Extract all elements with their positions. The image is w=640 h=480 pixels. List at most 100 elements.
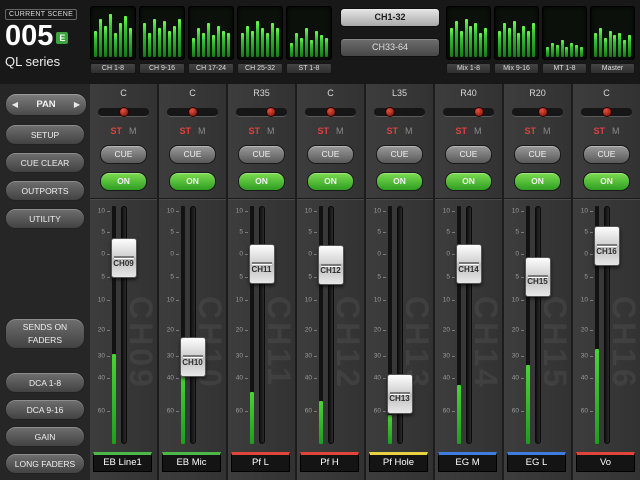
sidebar-button-dca-9-16[interactable]: DCA 9-16 bbox=[5, 399, 85, 420]
on-button[interactable]: ON bbox=[100, 172, 147, 191]
channel-name[interactable]: Pf Hole bbox=[369, 452, 428, 472]
scene-display[interactable]: CURRENT SCENE 005 E QL series bbox=[5, 3, 89, 69]
fader-handle-label: CH11 bbox=[251, 265, 272, 275]
meter-block-ch-1-8[interactable]: CH 1-8 bbox=[90, 6, 136, 74]
fader-scale-label: 60 bbox=[580, 407, 588, 415]
pan-slider[interactable] bbox=[374, 107, 425, 117]
fader-scale-tick bbox=[383, 378, 386, 380]
pan-knob-icon[interactable] bbox=[325, 107, 336, 117]
pan-slider[interactable] bbox=[98, 107, 149, 117]
pan-knob-icon[interactable] bbox=[266, 107, 277, 117]
pan-slider[interactable] bbox=[512, 107, 563, 117]
on-button[interactable]: ON bbox=[514, 172, 561, 191]
channel-name[interactable]: Pf H bbox=[300, 452, 359, 472]
pan-slider[interactable] bbox=[443, 107, 494, 117]
sidebar-button-dca-1-8[interactable]: DCA 1-8 bbox=[5, 372, 85, 393]
fader-handle[interactable]: CH12 bbox=[317, 245, 344, 286]
fader-handle[interactable]: CH11 bbox=[248, 244, 275, 285]
fader-scale-tick bbox=[176, 211, 179, 213]
channel-meter bbox=[526, 206, 530, 444]
channel-name[interactable]: Pf L bbox=[231, 452, 290, 472]
channel-meter-fill bbox=[112, 353, 116, 444]
fader-scale-tick bbox=[314, 329, 317, 331]
pan-knob-icon[interactable] bbox=[384, 107, 395, 117]
pan-slider[interactable] bbox=[236, 107, 287, 117]
on-button[interactable]: ON bbox=[583, 172, 630, 191]
on-button[interactable]: ON bbox=[376, 172, 423, 191]
on-button[interactable]: ON bbox=[169, 172, 216, 191]
pan-knob-icon[interactable] bbox=[474, 107, 485, 117]
pan-mode-control[interactable]: ◀ PAN ▶ bbox=[5, 93, 87, 116]
meter-bar bbox=[512, 21, 516, 57]
channel-name[interactable]: EB Mic bbox=[162, 452, 221, 472]
meter-block-mix-1-8[interactable]: Mix 1-8 bbox=[446, 6, 491, 74]
fader-scale-label: 10 bbox=[580, 296, 588, 304]
meter-block-label: Mix 9-16 bbox=[494, 63, 539, 74]
pan-knob-icon[interactable] bbox=[538, 107, 549, 117]
meter-block-st-1-8[interactable]: ST 1-8 bbox=[286, 6, 332, 74]
on-button[interactable]: ON bbox=[445, 172, 492, 191]
pan-slider[interactable] bbox=[305, 107, 356, 117]
sidebar-button-outports[interactable]: OUTPORTS bbox=[5, 180, 85, 201]
fader-handle[interactable]: CH15 bbox=[524, 256, 551, 297]
cue-button[interactable]: CUE bbox=[238, 145, 285, 164]
channel-name[interactable]: EG L bbox=[507, 452, 566, 472]
on-button[interactable]: ON bbox=[238, 172, 285, 191]
channel-meter-fill bbox=[250, 391, 254, 444]
pan-slider[interactable] bbox=[167, 107, 218, 117]
fader-area: 10 5 0 5 10 20 30 40 60 CH09 CH09 bbox=[90, 204, 159, 446]
channel-name[interactable]: EG M bbox=[438, 452, 497, 472]
meter-block-ch-9-16[interactable]: CH 9-16 bbox=[139, 6, 185, 74]
stereo-mono-indicators: ST M bbox=[366, 126, 433, 136]
pan-left-arrow-icon[interactable]: ◀ bbox=[6, 100, 24, 109]
pan-knob-icon[interactable] bbox=[187, 107, 198, 117]
sidebar-button-sends-on-faders[interactable]: SENDS ON FADERS bbox=[5, 318, 85, 349]
fader-scale-tick bbox=[521, 329, 524, 331]
channel-strip-ch15: R20 ST M CUE ON 10 5 0 5 10 20 30 40 60 CH15 CH15 EG L bbox=[504, 84, 573, 480]
sidebar-button-cue-clear[interactable]: CUE CLEAR bbox=[5, 152, 85, 173]
fader-scale-label: 10 bbox=[373, 296, 381, 304]
meter-bar bbox=[295, 33, 298, 57]
fader-scale-label: 10 bbox=[580, 207, 588, 215]
fader-handle[interactable]: CH09 bbox=[110, 238, 137, 279]
fader-handle[interactable]: CH16 bbox=[593, 226, 620, 267]
cue-button[interactable]: CUE bbox=[445, 145, 492, 164]
channel-name[interactable]: EB Line1 bbox=[93, 452, 152, 472]
pan-right-arrow-icon[interactable]: ▶ bbox=[68, 100, 86, 109]
channel-name[interactable]: Vo bbox=[576, 452, 635, 472]
sidebar-button-long-faders[interactable]: LONG FADERS bbox=[5, 453, 85, 474]
fader-scale-tick bbox=[107, 276, 110, 278]
meter-bar bbox=[479, 33, 483, 57]
meter-block-mix-9-16[interactable]: Mix 9-16 bbox=[494, 6, 539, 74]
bank-button-ch1-32[interactable]: CH1-32 bbox=[340, 8, 440, 27]
meter-bar bbox=[168, 30, 171, 57]
pan-slider[interactable] bbox=[581, 107, 632, 117]
fader-scale-tick bbox=[383, 231, 386, 233]
fader-scale-tick bbox=[245, 299, 248, 301]
pan-knob-icon[interactable] bbox=[601, 107, 612, 117]
meter-block-master[interactable]: Master bbox=[590, 6, 635, 74]
strip-divider bbox=[228, 198, 295, 200]
fader-scale-tick bbox=[314, 410, 317, 412]
fader-handle[interactable]: CH10 bbox=[179, 337, 206, 378]
sidebar-button-utility[interactable]: UTILITY bbox=[5, 208, 85, 229]
pan-knob-icon[interactable] bbox=[118, 107, 129, 117]
meter-bar bbox=[315, 30, 318, 57]
st-indicator: ST bbox=[110, 126, 122, 136]
meter-block-ch-25-32[interactable]: CH 25-32 bbox=[237, 6, 283, 74]
cue-button[interactable]: CUE bbox=[376, 145, 423, 164]
meter-block-ch-17-24[interactable]: CH 17-24 bbox=[188, 6, 234, 74]
meter-block-mt-1-8[interactable]: MT 1-8 bbox=[542, 6, 587, 74]
sidebar-button-setup[interactable]: SETUP bbox=[5, 124, 85, 145]
cue-button[interactable]: CUE bbox=[514, 145, 561, 164]
bank-button-ch33-64[interactable]: CH33-64 bbox=[340, 38, 440, 57]
fader-handle[interactable]: CH13 bbox=[386, 373, 413, 414]
cue-button[interactable]: CUE bbox=[307, 145, 354, 164]
cue-button[interactable]: CUE bbox=[583, 145, 630, 164]
fader-scale-label: 60 bbox=[166, 407, 174, 415]
cue-button[interactable]: CUE bbox=[100, 145, 147, 164]
sidebar-button-gain[interactable]: GAIN bbox=[5, 426, 85, 447]
cue-button[interactable]: CUE bbox=[169, 145, 216, 164]
on-button[interactable]: ON bbox=[307, 172, 354, 191]
fader-handle[interactable]: CH14 bbox=[455, 244, 482, 285]
